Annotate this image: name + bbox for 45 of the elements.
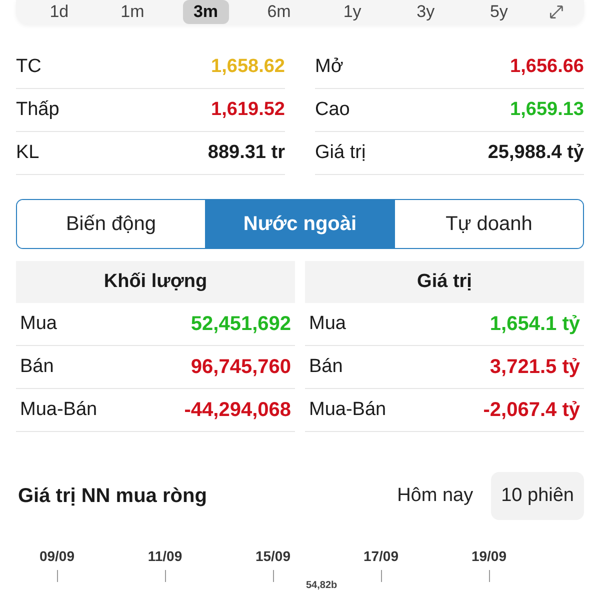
period-tab[interactable]: 5y [476, 0, 522, 24]
stat-label: Thấp [16, 99, 60, 121]
row-label: Bán [309, 356, 343, 378]
expand-icon[interactable] [549, 3, 564, 21]
date-label: 15/09 [255, 548, 291, 564]
row-value: -2,067.4 tỷ [483, 398, 580, 422]
row-label: Mua [20, 313, 57, 335]
range-option[interactable]: Hôm nay [387, 472, 484, 520]
period-tab[interactable]: 1d [36, 0, 82, 24]
stat-value: 1,656.66 [510, 56, 584, 78]
table-header: Giá trị [305, 261, 584, 303]
stat-label: TC [16, 56, 42, 78]
table-header: Khối lượng [16, 261, 295, 303]
row-value: -44,294,068 [184, 398, 291, 422]
section-title: Giá trị NN mua ròng [18, 484, 207, 508]
row-label: Mua-Bán [309, 399, 386, 421]
segment-tab[interactable]: Nước ngoài [205, 200, 394, 248]
period-tab[interactable]: 1m [109, 0, 156, 24]
stat-value: 25,988.4 tỷ [488, 142, 584, 164]
stat-label: KL [16, 142, 40, 164]
period-tab[interactable]: 6m [256, 0, 302, 24]
stat-value: 1,659.13 [510, 99, 584, 121]
segment-tab[interactable]: Tự doanh [394, 200, 583, 248]
row-value: 1,654.1 tỷ [490, 312, 580, 336]
row-value: 96,745,760 [190, 356, 291, 378]
row-value: 3,721.5 tỷ [490, 356, 580, 378]
row-label: Bán [20, 356, 54, 378]
date-label: 19/09 [471, 548, 507, 564]
stat-label: Mở [315, 56, 344, 78]
period-tab[interactable]: 3y [402, 0, 449, 24]
period-tab[interactable]: 3m [182, 0, 229, 24]
date-label: 11/09 [148, 548, 182, 564]
date-label: 17/09 [363, 548, 399, 564]
stat-value: 889.31 tr [208, 142, 285, 164]
stat-value: 1,658.62 [211, 56, 285, 78]
row-label: Mua-Bán [20, 399, 98, 421]
stat-label: Giá trị [315, 142, 366, 164]
row-value: 52,451,692 [190, 312, 291, 336]
value-label: 54,82b [306, 580, 338, 591]
period-tab[interactable]: 1y [329, 0, 376, 24]
stat-label: Cao [315, 99, 350, 121]
date-label: 09/09 [39, 548, 75, 564]
range-option[interactable]: 10 phiên [491, 472, 584, 520]
row-label: Mua [309, 313, 346, 335]
stat-value: 1,619.52 [211, 99, 285, 121]
